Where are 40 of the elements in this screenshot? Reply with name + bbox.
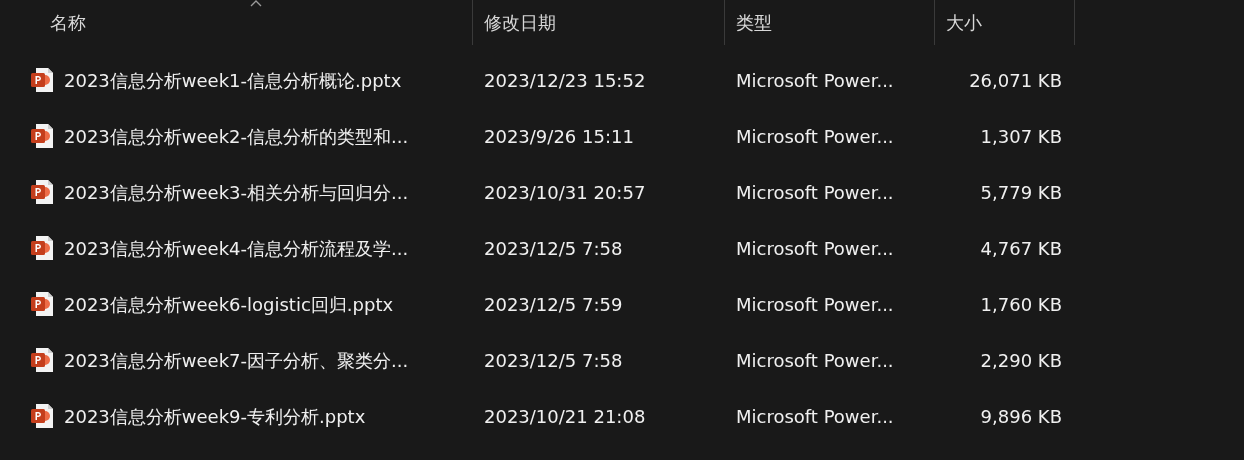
modified-date: 2023/12/5 7:58: [484, 237, 623, 259]
file-type: Microsoft Power...: [736, 293, 894, 315]
file-type: Microsoft Power...: [736, 237, 894, 259]
file-size: 26,071 KB: [969, 68, 1062, 93]
file-name[interactable]: 2023信息分析week6-logistic回归.pptx: [64, 290, 394, 318]
modified-date: 2023/10/21 21:08: [484, 405, 646, 427]
modified-date: 2023/10/31 20:57: [484, 181, 646, 203]
modified-date: 2023/9/26 15:11: [484, 125, 634, 147]
presentation-file-icon: [30, 123, 54, 149]
file-name[interactable]: 2023信息分析week1-信息分析概论.pptx: [64, 66, 402, 94]
presentation-file-icon: [30, 235, 54, 261]
file-name[interactable]: 2023信息分析week2-信息分析的类型和...: [64, 122, 409, 150]
presentation-file-icon: [30, 347, 54, 373]
modified-date: 2023/12/5 7:59: [484, 293, 623, 315]
column-header[interactable]: 名称: [0, 0, 473, 45]
presentation-file-icon: [30, 291, 54, 317]
file-size: 1,760 KB: [980, 292, 1062, 317]
presentation-file-icon: [30, 67, 54, 93]
file-name[interactable]: 2023信息分析week7-因子分析、聚类分...: [64, 346, 409, 374]
presentation-file-icon: [30, 403, 54, 429]
file-name[interactable]: 2023信息分析week4-信息分析流程及学...: [64, 234, 409, 262]
file-size: 4,767 KB: [980, 236, 1062, 261]
file-name[interactable]: 2023信息分析week3-相关分析与回归分...: [64, 178, 409, 206]
file-type: Microsoft Power...: [736, 405, 894, 427]
sort-caret-icon: [250, 0, 262, 7]
file-size: 1,307 KB: [980, 124, 1062, 149]
modified-date: 2023/12/5 7:58: [484, 349, 623, 371]
column-header[interactable]: 大小: [935, 0, 1075, 45]
file-size: 5,779 KB: [980, 180, 1062, 205]
file-type: Microsoft Power...: [736, 349, 894, 371]
file-type: Microsoft Power...: [736, 181, 894, 203]
file-type: Microsoft Power...: [736, 69, 894, 91]
file-name[interactable]: 2023信息分析week9-专利分析.pptx: [64, 402, 366, 430]
column-header[interactable]: 修改日期: [473, 0, 725, 45]
presentation-file-icon: [30, 179, 54, 205]
modified-date: 2023/12/23 15:52: [484, 69, 646, 91]
file-type: Microsoft Power...: [736, 125, 894, 147]
file-size: 9,896 KB: [980, 404, 1062, 429]
file-size: 2,290 KB: [980, 348, 1062, 373]
column-header[interactable]: 类型: [725, 0, 935, 45]
